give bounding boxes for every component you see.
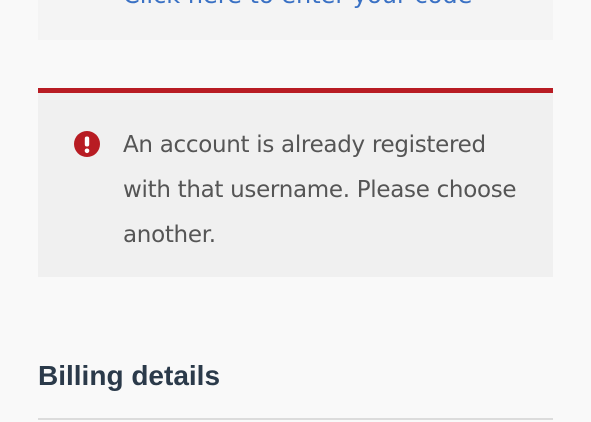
coupon-notice: Click here to enter your code bbox=[38, 0, 553, 40]
error-message: An account is already registered with th… bbox=[123, 132, 517, 248]
enter-coupon-code-link[interactable]: Click here to enter your code bbox=[123, 0, 472, 8]
error-notice: An account is already registered with th… bbox=[38, 88, 553, 277]
exclamation-circle-icon bbox=[74, 131, 100, 157]
billing-details-heading: Billing details bbox=[38, 360, 221, 391]
billing-divider bbox=[38, 418, 553, 420]
